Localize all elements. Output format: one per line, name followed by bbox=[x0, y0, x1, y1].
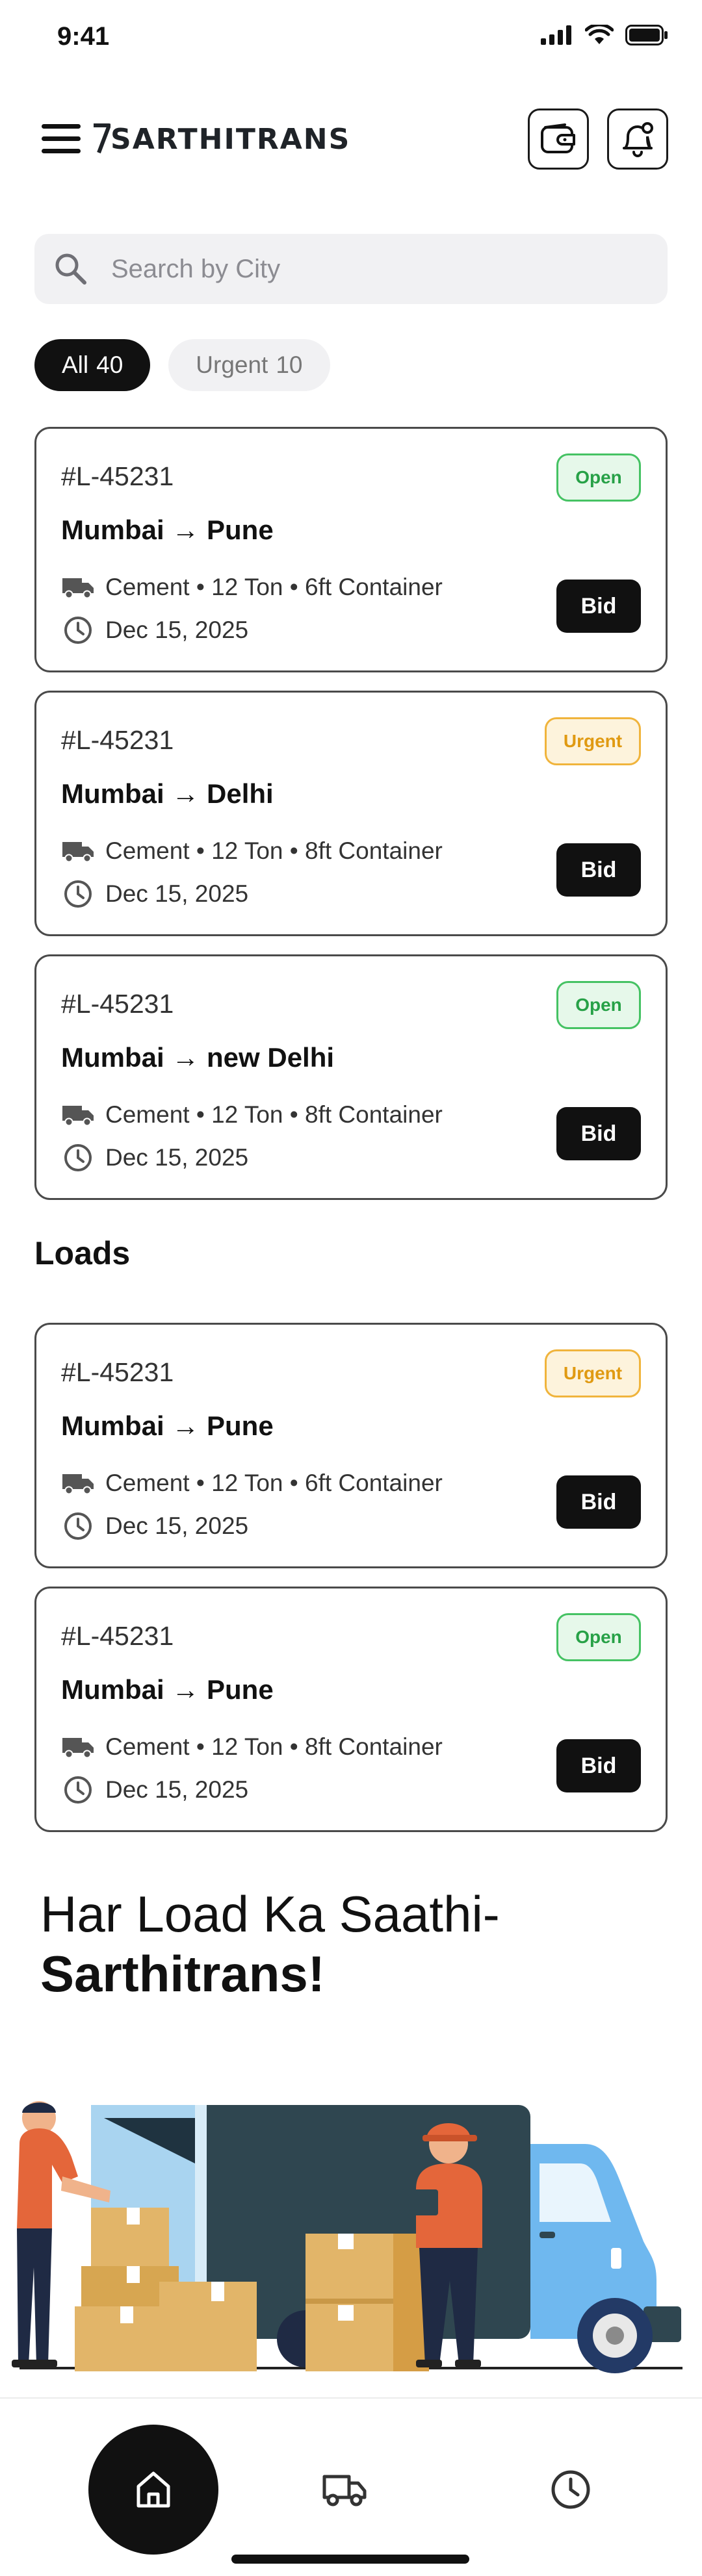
status-icons bbox=[541, 25, 668, 45]
nav-home-button[interactable] bbox=[88, 2425, 218, 2555]
clock-icon bbox=[551, 2470, 590, 2509]
load-date: Dec 15, 2025 bbox=[105, 1144, 249, 1171]
load-route: Mumbai → new Delhi bbox=[61, 1042, 335, 1073]
load-details-row: Cement • 12 Ton • 8ft Container bbox=[61, 1098, 443, 1132]
load-route: Mumbai → Delhi bbox=[61, 778, 274, 809]
truck-icon bbox=[61, 1098, 95, 1132]
load-card[interactable]: #L-45231 Mumbai → Delhi Cement • 12 Ton … bbox=[34, 691, 668, 936]
status-badge: Urgent bbox=[545, 1349, 641, 1397]
filter-chips: All 40 Urgent 10 bbox=[34, 339, 330, 391]
clock-icon bbox=[61, 1509, 95, 1543]
clock-icon bbox=[61, 1141, 95, 1175]
bid-button[interactable]: Bid bbox=[556, 1739, 641, 1792]
status-badge: Open bbox=[556, 453, 641, 502]
load-id: #L-45231 bbox=[61, 725, 174, 755]
load-route: Mumbai → Pune bbox=[61, 515, 274, 545]
load-id: #L-45231 bbox=[61, 461, 174, 491]
bid-button[interactable]: Bid bbox=[556, 1107, 641, 1160]
status-badge: Open bbox=[556, 981, 641, 1029]
nav-history-button[interactable] bbox=[545, 2464, 597, 2516]
bottom-navigation bbox=[0, 2397, 702, 2576]
load-id: #L-45231 bbox=[61, 1357, 174, 1387]
filter-chip-urgent[interactable]: Urgent 10 bbox=[168, 339, 330, 391]
load-route: Mumbai → Pune bbox=[61, 1674, 274, 1705]
status-time: 9:41 bbox=[57, 22, 110, 51]
notifications-button[interactable] bbox=[607, 108, 668, 170]
tagline-line2: Sarthitrans! bbox=[40, 1945, 325, 2002]
load-date-row: Dec 15, 2025 bbox=[61, 1141, 248, 1175]
load-id: #L-45231 bbox=[61, 989, 174, 1019]
load-details: Cement • 12 Ton • 6ft Container bbox=[105, 1470, 443, 1496]
wifi-icon bbox=[585, 25, 614, 44]
logo-text: SARTHITRANS bbox=[110, 122, 351, 156]
load-date: Dec 15, 2025 bbox=[105, 1512, 249, 1539]
load-date: Dec 15, 2025 bbox=[105, 880, 249, 907]
battery-icon bbox=[625, 25, 668, 45]
load-date-row: Dec 15, 2025 bbox=[61, 1773, 248, 1807]
home-indicator bbox=[231, 2555, 469, 2564]
load-details: Cement • 12 Ton • 8ft Container bbox=[105, 837, 443, 864]
chip-count: 40 bbox=[96, 351, 124, 378]
status-bar: 9:41 bbox=[0, 0, 702, 78]
wallet-icon bbox=[541, 123, 575, 153]
app-header: SARTHITRANS bbox=[0, 104, 702, 175]
clock-icon bbox=[61, 1773, 95, 1807]
load-details-row: Cement • 12 Ton • 8ft Container bbox=[61, 1730, 443, 1764]
load-id: #L-45231 bbox=[61, 1621, 174, 1651]
truck-icon bbox=[61, 1466, 95, 1500]
status-badge: Urgent bbox=[545, 717, 641, 765]
load-details-row: Cement • 12 Ton • 8ft Container bbox=[61, 834, 443, 868]
load-date-row: Dec 15, 2025 bbox=[61, 1509, 248, 1543]
load-route: Mumbai → Pune bbox=[61, 1410, 274, 1441]
clock-icon bbox=[61, 877, 95, 911]
search-icon bbox=[53, 251, 89, 287]
home-icon bbox=[136, 2471, 170, 2508]
load-card[interactable]: #L-45231 Mumbai → Pune Cement • 12 Ton •… bbox=[34, 1587, 668, 1832]
load-date-row: Dec 15, 2025 bbox=[61, 613, 248, 647]
chip-label: All bbox=[62, 351, 89, 378]
search-input[interactable] bbox=[111, 254, 644, 284]
load-details-row: Cement • 12 Ton • 6ft Container bbox=[61, 1466, 443, 1500]
status-badge: Open bbox=[556, 1613, 641, 1661]
wallet-button[interactable] bbox=[528, 108, 589, 170]
truck-icon bbox=[61, 570, 95, 604]
bid-button[interactable]: Bid bbox=[556, 1475, 641, 1529]
load-card[interactable]: #L-45231 Mumbai → new Delhi Cement • 12 … bbox=[34, 954, 668, 1200]
logo-mark-icon bbox=[94, 123, 110, 154]
load-card[interactable]: #L-45231 Mumbai → Pune Cement • 12 Ton •… bbox=[34, 1323, 668, 1568]
chip-label: Urgent bbox=[196, 351, 268, 378]
clock-icon bbox=[61, 613, 95, 647]
loads-section-title: Loads bbox=[34, 1235, 131, 1271]
load-date: Dec 15, 2025 bbox=[105, 617, 249, 643]
load-details: Cement • 12 Ton • 8ft Container bbox=[105, 1733, 443, 1760]
truck-icon bbox=[61, 1730, 95, 1764]
load-details: Cement • 12 Ton • 6ft Container bbox=[105, 574, 443, 600]
bell-icon bbox=[623, 122, 653, 157]
delivery-truck-illustration bbox=[12, 2101, 682, 2373]
load-date-row: Dec 15, 2025 bbox=[61, 877, 248, 911]
load-details-row: Cement • 12 Ton • 6ft Container bbox=[61, 570, 443, 604]
load-details: Cement • 12 Ton • 8ft Container bbox=[105, 1101, 443, 1128]
tagline: Har Load Ka Saathi- Sarthitrans! bbox=[40, 1884, 500, 2004]
search-bar bbox=[34, 234, 668, 304]
hamburger-menu-icon bbox=[42, 124, 81, 153]
app-logo: SARTHITRANS bbox=[91, 118, 350, 160]
nav-loads-button[interactable] bbox=[318, 2464, 370, 2516]
tagline-line1: Har Load Ka Saathi- bbox=[40, 1885, 500, 1943]
cellular-signal-icon bbox=[541, 25, 571, 45]
bid-button[interactable]: Bid bbox=[556, 580, 641, 633]
bid-button[interactable]: Bid bbox=[556, 843, 641, 897]
load-date: Dec 15, 2025 bbox=[105, 1776, 249, 1803]
menu-button[interactable] bbox=[40, 118, 82, 160]
truck-icon bbox=[322, 2475, 367, 2506]
load-card[interactable]: #L-45231 Mumbai → Pune Cement • 12 Ton •… bbox=[34, 427, 668, 672]
filter-chip-all[interactable]: All 40 bbox=[34, 339, 151, 391]
truck-icon bbox=[61, 834, 95, 868]
chip-count: 10 bbox=[276, 351, 303, 378]
